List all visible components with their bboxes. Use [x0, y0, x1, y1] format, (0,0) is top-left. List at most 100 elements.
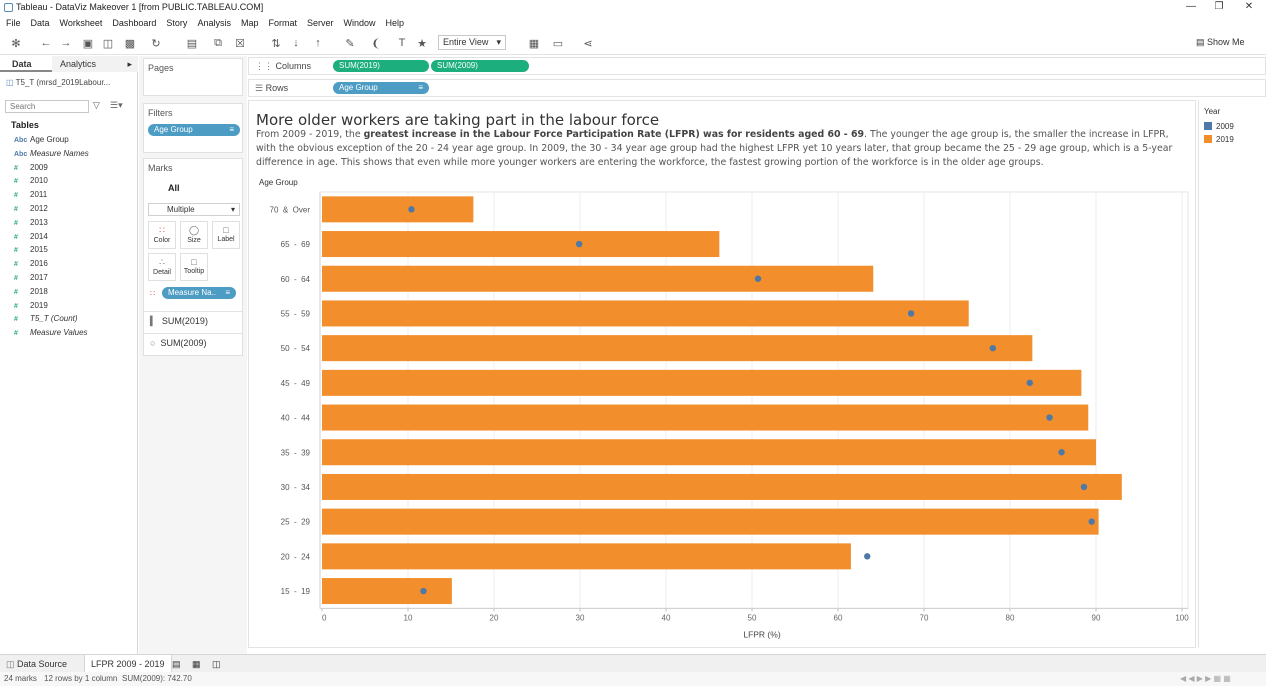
field-item[interactable]: #2015	[14, 245, 48, 258]
menu-file[interactable]: File	[6, 18, 21, 28]
rows-pill-age-group[interactable]: Age Group ≡	[333, 82, 429, 94]
filters-card[interactable]: Filters Age Group ≡	[143, 103, 243, 153]
mark-type-dropdown[interactable]: Multiple ▾	[148, 203, 240, 216]
field-item[interactable]: # T5_T (Count)	[14, 314, 78, 327]
color-legend[interactable]: Year 2009 2019	[1198, 100, 1266, 648]
show-cards-icon[interactable]: ▦	[526, 35, 542, 51]
tooltip-button[interactable]: □ Tooltip	[180, 253, 208, 281]
fit-dropdown[interactable]: Entire View ▾	[438, 35, 506, 50]
marks-pill-measure-names[interactable]: Measure Na.. ≡	[162, 287, 236, 299]
new-worksheet-tab-icon[interactable]: ▤	[166, 655, 187, 673]
bar-2019[interactable]	[322, 196, 474, 223]
rows-shelf[interactable]: ☰ Rows Age Group ≡	[248, 79, 1266, 97]
marks-tab-sum2019[interactable]: ▍ SUM(2019)	[144, 311, 242, 331]
bar-2019[interactable]	[322, 231, 720, 258]
tab-data[interactable]: Data	[0, 56, 52, 72]
legend-item-2019[interactable]: 2019	[1204, 135, 1234, 144]
show-mark-labels-icon[interactable]: T	[394, 35, 410, 51]
menu-analysis[interactable]: Analysis	[197, 18, 231, 28]
dot-2009[interactable]	[1088, 518, 1095, 525]
tab-sheet[interactable]: LFPR 2009 - 2019	[84, 655, 172, 673]
field-item[interactable]: #2018	[14, 287, 48, 300]
menu-worksheet[interactable]: Worksheet	[60, 18, 103, 28]
field-item[interactable]: #2011	[14, 190, 47, 203]
menu-window[interactable]: Window	[344, 18, 376, 28]
close-button[interactable]: ✕	[1236, 1, 1262, 15]
dot-2009[interactable]	[907, 310, 915, 317]
field-item[interactable]: #2010	[14, 176, 48, 189]
datasource-item[interactable]: ◫ T5_T (mrsd_2019Labour...	[6, 78, 110, 87]
field-item[interactable]: #2014	[14, 232, 48, 245]
bar-2019[interactable]	[322, 265, 874, 292]
detail-button[interactable]: ∴ Detail	[148, 253, 176, 281]
presentation-mode-icon[interactable]: ▭	[550, 35, 566, 51]
columns-pill-sum2009[interactable]: SUM(2009)	[431, 60, 529, 72]
new-datasource-icon[interactable]: ◫	[100, 35, 116, 51]
redo-icon[interactable]: →	[58, 35, 74, 51]
duplicate-sheet-icon[interactable]: ⧉	[210, 35, 226, 51]
bar-2019[interactable]	[322, 473, 1122, 500]
field-item[interactable]: #2019	[14, 301, 48, 314]
restore-button[interactable]: ❐	[1206, 1, 1232, 15]
field-item[interactable]: # Measure Values	[14, 328, 88, 341]
columns-pill-sum2019[interactable]: SUM(2019)	[333, 60, 429, 72]
filter-fields-icon[interactable]: ▽	[93, 100, 100, 111]
field-item[interactable]: #2012	[14, 204, 48, 217]
field-item[interactable]: #2016	[14, 259, 48, 272]
share-icon[interactable]: ⋖	[580, 35, 596, 51]
dot-2009[interactable]	[420, 587, 427, 595]
field-item[interactable]: #2009	[14, 163, 48, 176]
fix-axes-icon[interactable]: ★	[414, 35, 430, 51]
dot-2009[interactable]	[575, 240, 583, 248]
filter-pill-age-group[interactable]: Age Group ≡	[148, 124, 240, 136]
view-options-icon[interactable]: ☰▾	[110, 100, 123, 111]
search-input[interactable]	[5, 100, 89, 113]
pause-updates-icon[interactable]: ▩	[122, 35, 138, 51]
field-item[interactable]: Abc Age Group	[14, 135, 69, 148]
menu-data[interactable]: Data	[31, 18, 50, 28]
menu-help[interactable]: Help	[386, 18, 405, 28]
menu-map[interactable]: Map	[241, 18, 259, 28]
tab-data-source[interactable]: ◫ Data Source	[0, 655, 73, 673]
sort-descending-icon[interactable]: ↑	[310, 35, 326, 51]
label-button[interactable]: □ Label	[212, 221, 240, 249]
dot-2009[interactable]	[989, 344, 996, 352]
menu-dashboard[interactable]: Dashboard	[112, 18, 156, 28]
legend-item-2009[interactable]: 2009	[1204, 122, 1234, 131]
new-dashboard-tab-icon[interactable]: ▦	[186, 655, 207, 673]
dot-2009[interactable]	[1080, 483, 1088, 491]
marks-all-label[interactable]: All	[168, 183, 180, 193]
bar-2019[interactable]	[322, 369, 1082, 396]
pages-card[interactable]: Pages	[143, 58, 243, 96]
save-icon[interactable]: ▣	[80, 35, 96, 51]
dot-2009[interactable]	[1026, 379, 1033, 387]
show-me-button[interactable]: ▤ Show Me	[1196, 37, 1245, 48]
dot-2009[interactable]	[754, 275, 762, 282]
group-members-icon[interactable]: ❨	[368, 35, 384, 51]
swap-rows-columns-icon[interactable]: ⇅	[268, 35, 284, 51]
columns-shelf[interactable]: ⋮⋮ Columns SUM(2019) SUM(2009)	[248, 57, 1266, 75]
clear-sheet-icon[interactable]: ☒	[232, 35, 248, 51]
marks-tab-sum2009[interactable]: ○ SUM(2009)	[144, 333, 242, 353]
bar-2019[interactable]	[322, 335, 1033, 362]
new-story-tab-icon[interactable]: ◫	[206, 655, 227, 673]
bar-2019[interactable]	[322, 300, 969, 327]
field-item[interactable]: #2013	[14, 218, 48, 231]
menu-story[interactable]: Story	[166, 18, 187, 28]
bar-2019[interactable]	[322, 578, 452, 605]
refresh-icon[interactable]: ↻	[148, 35, 164, 51]
tableau-logo-icon[interactable]: ✻	[8, 35, 24, 51]
sheet-navigation-icon[interactable]: ◀ ◀ ▶ ▶ ▦ ▦	[1180, 674, 1231, 683]
dot-2009[interactable]	[1058, 449, 1065, 456]
bar-2019[interactable]	[322, 508, 1099, 535]
bar-2019[interactable]	[322, 543, 851, 570]
field-item[interactable]: Abc Measure Names	[14, 149, 89, 162]
dot-2009[interactable]	[864, 553, 871, 560]
tab-analytics[interactable]: Analytics ▸	[52, 56, 138, 72]
dot-2009[interactable]	[408, 206, 415, 213]
field-item[interactable]: #2017	[14, 273, 48, 286]
bar-2019[interactable]	[322, 404, 1089, 431]
highlight-icon[interactable]: ✎	[342, 35, 358, 51]
new-worksheet-icon[interactable]: ▤	[184, 35, 200, 51]
menu-server[interactable]: Server	[307, 18, 334, 28]
